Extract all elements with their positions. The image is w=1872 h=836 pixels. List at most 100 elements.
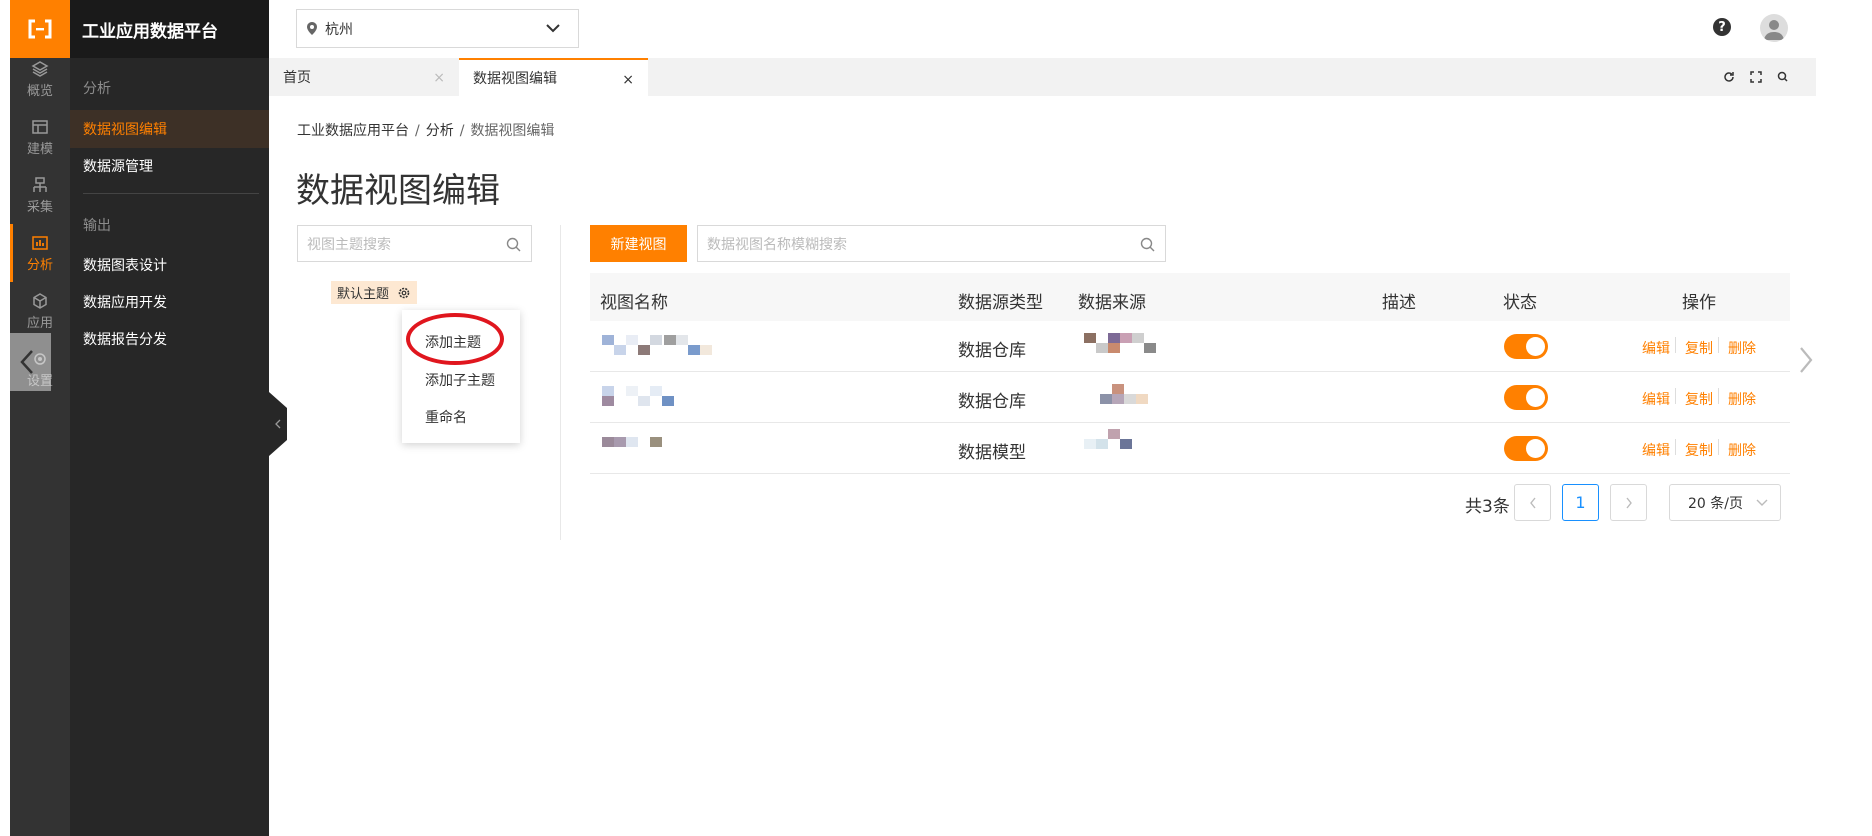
rail-label: 分析 (26, 257, 53, 273)
rail-item-collect[interactable]: 采集 (10, 166, 70, 224)
network-icon (33, 176, 47, 192)
close-icon[interactable]: × (622, 72, 634, 88)
status-toggle[interactable] (1504, 385, 1548, 410)
edit-link[interactable]: 编辑 (1642, 338, 1670, 358)
search-icon[interactable] (1776, 70, 1790, 84)
rail-label: 应用 (26, 315, 53, 331)
prev-arrow-button[interactable] (10, 333, 51, 391)
gear-icon[interactable] (397, 286, 411, 300)
rail-label: 概览 (26, 83, 53, 99)
edit-link[interactable]: 编辑 (1642, 440, 1670, 460)
toggle-knob (1526, 439, 1545, 458)
action-divider (1718, 337, 1719, 353)
menu-item-rename[interactable]: 重命名 (425, 407, 467, 427)
page-button-current[interactable]: 1 (1562, 484, 1599, 521)
breadcrumb-current: 数据视图编辑 (470, 123, 555, 139)
col-header-name: 视图名称 (600, 293, 668, 313)
col-header-description: 描述 (1382, 293, 1416, 313)
action-divider (1718, 439, 1719, 455)
table-row: 数据仓库 编辑 复制 删除 (590, 372, 1790, 423)
toggle-knob (1526, 388, 1545, 407)
rail-label: 采集 (26, 199, 53, 215)
breadcrumb-mid[interactable]: 分析 (426, 123, 454, 139)
help-icon[interactable]: ? (1713, 18, 1731, 36)
view-search-input[interactable]: 数据视图名称模糊搜索 (697, 225, 1166, 262)
next-page-button[interactable] (1610, 484, 1647, 521)
rail-item-analysis[interactable]: 分析 (10, 224, 70, 282)
status-toggle[interactable] (1504, 334, 1548, 359)
menu-item-view-edit[interactable]: 数据视图编辑 (70, 110, 269, 148)
panel-divider (560, 225, 561, 540)
chevron-down-icon (1756, 499, 1768, 506)
page-title: 数据视图编辑 (296, 171, 500, 211)
copy-link[interactable]: 复制 (1685, 338, 1713, 358)
rail-item-modeling[interactable]: 建模 (10, 108, 70, 166)
col-header-status: 状态 (1503, 293, 1537, 313)
app-brand: 工业应用数据平台 (70, 0, 269, 58)
layers-icon (31, 60, 49, 77)
menu-item-app-dev[interactable]: 数据应用开发 (70, 283, 269, 321)
source-type: 数据仓库 (958, 341, 1026, 361)
delete-link[interactable]: 删除 (1728, 440, 1756, 460)
edit-link[interactable]: 编辑 (1642, 389, 1670, 409)
next-arrow-button[interactable] (1798, 345, 1814, 375)
page-size-select[interactable]: 20 条/页 (1669, 484, 1781, 521)
source-type: 数据仓库 (958, 392, 1026, 412)
city-select[interactable]: 杭州 (296, 9, 579, 48)
total-count: 共3条 (1465, 497, 1510, 517)
topic-label: 默认主题 (337, 287, 390, 302)
user-icon (1764, 20, 1784, 40)
topic-item-default[interactable]: 默认主题 (331, 281, 418, 304)
collapse-menu-button[interactable] (269, 392, 287, 456)
copy-link[interactable]: 复制 (1685, 389, 1713, 409)
action-divider (1675, 388, 1676, 404)
chevron-down-icon (546, 24, 560, 33)
action-divider (1675, 337, 1676, 353)
delete-link[interactable]: 删除 (1728, 338, 1756, 358)
city-value: 杭州 (325, 21, 353, 38)
menu-item-chart-design[interactable]: 数据图表设计 (70, 246, 269, 284)
chart-icon (32, 235, 48, 250)
delete-link[interactable]: 删除 (1728, 389, 1756, 409)
rail-label: 建模 (26, 141, 53, 157)
topic-search-input[interactable]: 视图主题搜索 (297, 225, 532, 262)
new-view-button[interactable]: 新建视图 (590, 225, 687, 262)
action-divider (1675, 439, 1676, 455)
location-pin-icon (307, 22, 317, 35)
tab-bar: 首页 × 数据视图编辑 × (269, 58, 1816, 96)
cube-icon (33, 292, 47, 309)
refresh-icon[interactable] (1722, 70, 1736, 84)
prev-page-button[interactable] (1514, 484, 1551, 521)
breadcrumb: 工业数据应用平台 / 分析 / 数据视图编辑 (297, 120, 554, 140)
source-type: 数据模型 (958, 443, 1026, 463)
menu-item-source-manage[interactable]: 数据源管理 (70, 147, 269, 185)
table-header: 视图名称 数据源类型 数据来源 描述 状态 操作 (590, 273, 1790, 321)
breadcrumb-sep: / (415, 123, 420, 139)
highlight-ring (406, 313, 504, 365)
action-divider (1718, 388, 1719, 404)
status-toggle[interactable] (1504, 436, 1548, 461)
search-icon[interactable] (1140, 237, 1155, 252)
breadcrumb-root[interactable]: 工业数据应用平台 (297, 123, 409, 139)
tab-label: 首页 (283, 70, 311, 86)
tab-home[interactable]: 首页 × (269, 58, 459, 96)
copy-link[interactable]: 复制 (1685, 440, 1713, 460)
chevron-left-icon (1529, 497, 1536, 508)
col-header-actions: 操作 (1682, 293, 1716, 313)
rail-item-apps[interactable]: 应用 (10, 282, 70, 340)
close-icon[interactable]: × (433, 70, 445, 86)
menu-item-add-subtopic[interactable]: 添加子主题 (425, 370, 495, 390)
menu-item-report[interactable]: 数据报告分发 (70, 320, 269, 358)
icon-rail: 概览 建模 采集 分析 应用 设置 (10, 0, 70, 836)
toggle-knob (1526, 337, 1545, 356)
chevron-left-icon (20, 350, 33, 374)
side-menu: 工业应用数据平台 分析 数据视图编辑 数据源管理 输出 数据图表设计 数据应用开… (70, 0, 269, 836)
avatar[interactable] (1760, 14, 1788, 42)
table-icon (32, 119, 48, 134)
fullscreen-icon[interactable] (1749, 70, 1763, 84)
rail-item-overview[interactable]: 概览 (10, 50, 70, 108)
menu-group-analysis: 分析 (83, 81, 111, 97)
col-header-source: 数据来源 (1078, 293, 1146, 313)
search-icon[interactable] (506, 237, 521, 252)
tab-view-edit[interactable]: 数据视图编辑 × (459, 58, 648, 96)
